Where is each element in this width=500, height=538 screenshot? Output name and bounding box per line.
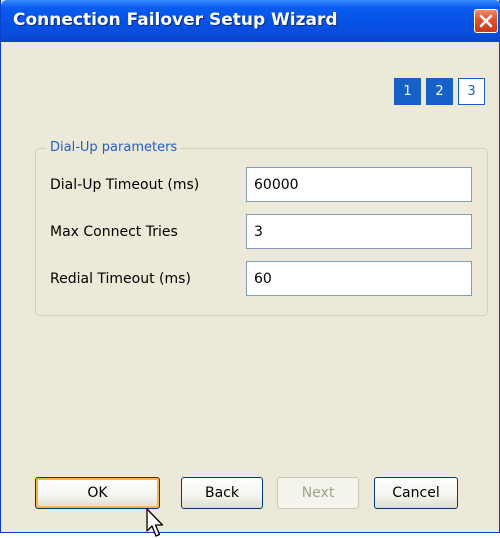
step-2[interactable]: 2 bbox=[426, 78, 453, 105]
close-icon bbox=[479, 14, 493, 28]
wizard-window: Connection Failover Setup Wizard 1 2 3 D… bbox=[0, 0, 500, 537]
dialog-body: 1 2 3 Dial-Up parameters Dial-Up Timeout… bbox=[4, 42, 497, 537]
step-indicator: 1 2 3 bbox=[394, 78, 485, 105]
step-3[interactable]: 3 bbox=[458, 78, 485, 105]
ok-button[interactable]: OK bbox=[35, 477, 160, 509]
dial-up-timeout-label: Dial-Up Timeout (ms) bbox=[50, 177, 200, 193]
window-title: Connection Failover Setup Wizard bbox=[13, 10, 338, 30]
max-connect-tries-input[interactable]: 3 bbox=[246, 214, 472, 249]
dial-up-parameters-group: Dial-Up parameters Dial-Up Timeout (ms) … bbox=[35, 140, 488, 316]
redial-timeout-label: Redial Timeout (ms) bbox=[50, 271, 191, 287]
cancel-button[interactable]: Cancel bbox=[374, 477, 458, 509]
redial-timeout-input[interactable]: 60 bbox=[246, 261, 472, 296]
max-connect-tries-label: Max Connect Tries bbox=[50, 224, 178, 240]
group-legend: Dial-Up parameters bbox=[46, 140, 182, 155]
title-bar[interactable]: Connection Failover Setup Wizard bbox=[1, 0, 500, 42]
step-1[interactable]: 1 bbox=[394, 78, 421, 105]
next-button[interactable]: Next bbox=[277, 477, 359, 509]
close-button[interactable] bbox=[474, 9, 498, 33]
mouse-pointer-icon bbox=[146, 508, 164, 537]
back-button[interactable]: Back bbox=[181, 477, 263, 509]
dial-up-timeout-input[interactable]: 60000 bbox=[246, 167, 472, 202]
